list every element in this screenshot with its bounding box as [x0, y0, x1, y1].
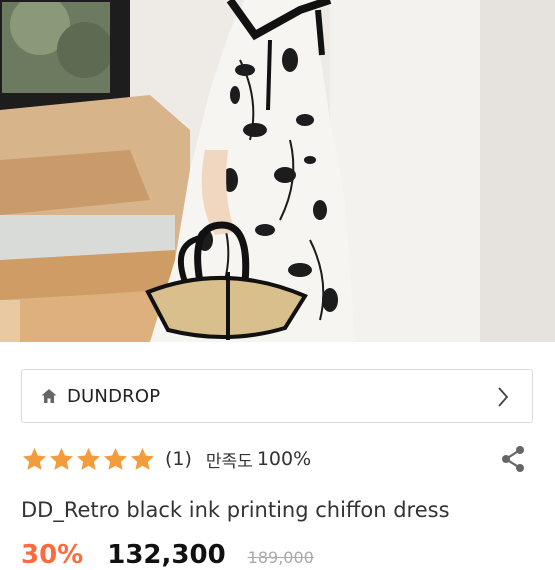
- chevron-right-icon: [496, 386, 510, 408]
- home-icon: [40, 387, 58, 405]
- star-rating: [21, 446, 156, 473]
- store-link[interactable]: DUNDROP: [21, 369, 533, 423]
- product-image[interactable]: [0, 0, 555, 342]
- product-photo-illustration: [0, 0, 555, 342]
- rating-row: (1) 만족도 100%: [21, 443, 533, 475]
- price-row: 30% 132,300 189,000: [21, 540, 314, 570]
- satisfaction-label: 만족도: [205, 451, 253, 472]
- satisfaction-value: 100%: [256, 448, 312, 470]
- product-title: DD_Retro black ink printing chiffon dres…: [21, 498, 450, 522]
- star-icon: [75, 446, 102, 473]
- review-count[interactable]: (1): [165, 448, 192, 470]
- share-icon[interactable]: [500, 445, 526, 473]
- star-icon: [129, 446, 156, 473]
- sale-price: 132,300: [107, 540, 226, 570]
- star-icon: [102, 446, 129, 473]
- store-name: DUNDROP: [67, 385, 161, 407]
- discount-rate: 30%: [21, 540, 84, 570]
- star-icon: [48, 446, 75, 473]
- star-icon: [21, 446, 48, 473]
- original-price: 189,000: [247, 548, 314, 567]
